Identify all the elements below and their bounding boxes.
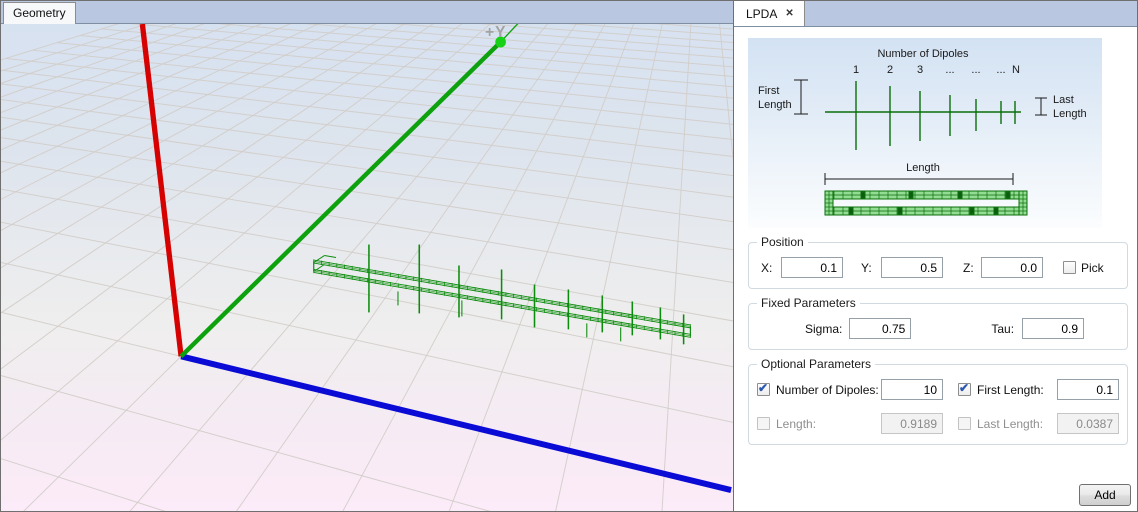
application-window: Geometry +Y LPDA ✕ bbox=[0, 0, 1138, 512]
y-label: Y: bbox=[861, 261, 881, 275]
last-length-option: Last Length: bbox=[958, 413, 1119, 434]
last-length-bracket bbox=[1035, 98, 1047, 115]
dipole-label-n: N bbox=[1012, 64, 1020, 76]
last-length-label: Last Length: bbox=[977, 417, 1057, 431]
length-input bbox=[881, 413, 943, 434]
pick-checkbox[interactable] bbox=[1063, 261, 1076, 274]
sigma-input[interactable] bbox=[849, 318, 911, 339]
first-length-label-2: Length bbox=[758, 99, 792, 111]
number-of-dipoles-option: Number of Dipoles: bbox=[757, 379, 943, 400]
first-length-option: First Length: bbox=[958, 379, 1119, 400]
first-length-label-1: First bbox=[758, 85, 779, 97]
first-length-bracket bbox=[794, 80, 808, 114]
dipole-label-1: 1 bbox=[853, 64, 859, 76]
last-length-label-1: Last bbox=[1053, 94, 1074, 106]
last-length-checkbox[interactable] bbox=[958, 417, 971, 430]
dipole-label-6: ... bbox=[996, 64, 1005, 76]
tab-geometry-label: Geometry bbox=[13, 6, 66, 20]
optional-parameters-title: Optional Parameters bbox=[757, 357, 875, 371]
fixed-parameters-title: Fixed Parameters bbox=[757, 296, 860, 310]
length-dimension-line bbox=[825, 173, 1013, 185]
3d-scene: +Y bbox=[1, 24, 733, 511]
boom-sketch bbox=[825, 191, 1027, 215]
left-tab-strip: Geometry bbox=[1, 1, 733, 24]
x-axis-blue bbox=[181, 356, 731, 490]
number-of-dipoles-input[interactable] bbox=[881, 379, 943, 400]
sigma-label: Sigma: bbox=[805, 322, 842, 336]
diagram-title: Number of Dipoles bbox=[877, 48, 969, 60]
y-input[interactable] bbox=[881, 257, 943, 278]
fixed-parameters-group: Fixed Parameters Sigma: Tau: bbox=[748, 303, 1128, 350]
y-axis-label: +Y bbox=[485, 24, 506, 41]
close-tab-icon[interactable]: ✕ bbox=[785, 9, 793, 19]
first-length-checkbox[interactable] bbox=[958, 383, 971, 396]
ground-grid bbox=[1, 24, 733, 511]
number-of-dipoles-checkbox[interactable] bbox=[757, 383, 770, 396]
pick-label: Pick bbox=[1081, 261, 1104, 275]
lpda-schematic: Number of Dipoles 1 2 3 ... ... ... N bbox=[748, 38, 1102, 228]
lpda-schematic-panel: Number of Dipoles 1 2 3 ... ... ... N bbox=[748, 38, 1102, 228]
3d-viewport[interactable]: +Y bbox=[1, 24, 733, 511]
length-label-opt: Length: bbox=[776, 417, 881, 431]
first-length-input[interactable] bbox=[1057, 379, 1119, 400]
length-checkbox[interactable] bbox=[757, 417, 770, 430]
length-option: Length: bbox=[757, 413, 943, 434]
dipole-label-2: 2 bbox=[887, 64, 893, 76]
z-label: Z: bbox=[963, 261, 981, 275]
first-length-label: First Length: bbox=[977, 383, 1057, 397]
dipole-sketch bbox=[825, 81, 1021, 150]
tau-label: Tau: bbox=[991, 322, 1014, 336]
add-button[interactable]: Add bbox=[1079, 484, 1131, 506]
dipole-label-5: ... bbox=[971, 64, 980, 76]
optional-parameters-group: Optional Parameters Number of Dipoles: F… bbox=[748, 364, 1128, 445]
dipole-label-3: 3 bbox=[917, 64, 923, 76]
geometry-pane: Geometry +Y bbox=[1, 1, 734, 511]
lpda-antenna-model bbox=[314, 245, 691, 345]
tab-lpda[interactable]: LPDA ✕ bbox=[734, 0, 805, 26]
position-group: Position X: Y: Z: Pick bbox=[748, 242, 1128, 289]
x-label: X: bbox=[761, 261, 781, 275]
number-of-dipoles-label: Number of Dipoles: bbox=[776, 383, 881, 397]
tab-lpda-label: LPDA bbox=[746, 7, 777, 21]
lpda-panel-content: Number of Dipoles 1 2 3 ... ... ... N bbox=[734, 27, 1137, 511]
last-length-label-2: Length bbox=[1053, 108, 1087, 120]
lpda-panel: LPDA ✕ Number of Dipoles 1 2 3 ... ... .… bbox=[734, 1, 1137, 511]
dipole-label-4: ... bbox=[945, 64, 954, 76]
position-group-title: Position bbox=[757, 235, 808, 249]
tau-input[interactable] bbox=[1022, 318, 1084, 339]
tab-geometry[interactable]: Geometry bbox=[3, 2, 76, 24]
right-tab-strip: LPDA ✕ bbox=[734, 1, 1137, 27]
z-input[interactable] bbox=[981, 257, 1043, 278]
length-label: Length bbox=[906, 162, 940, 174]
last-length-input bbox=[1057, 413, 1119, 434]
x-input[interactable] bbox=[781, 257, 843, 278]
